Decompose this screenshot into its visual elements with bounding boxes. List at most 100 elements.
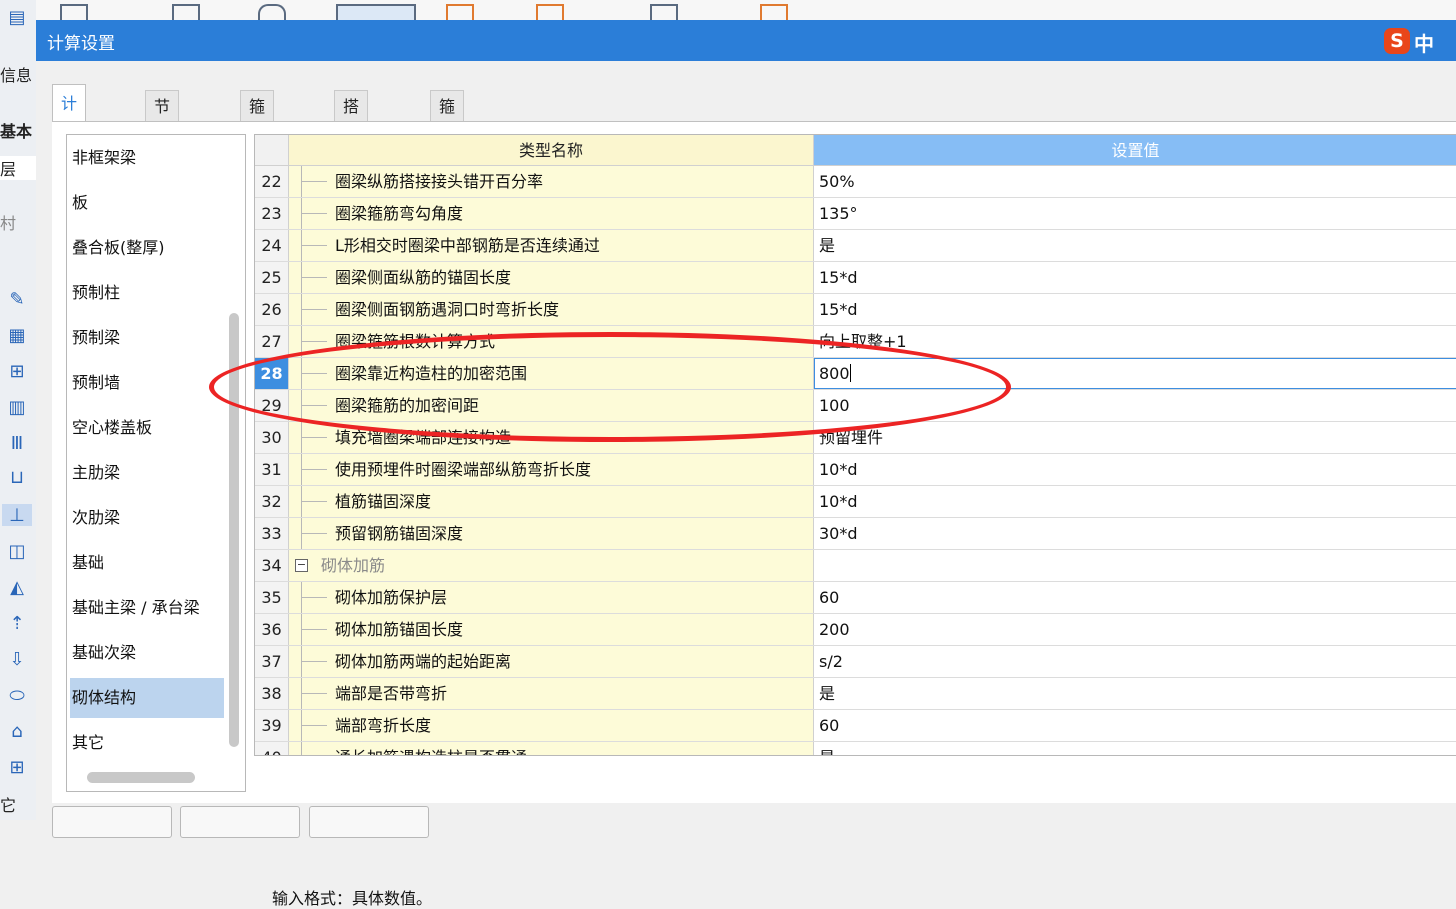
value-cell[interactable]: 向上取整+1: [814, 326, 1456, 357]
tab-node-settings[interactable]: 节点设置: [145, 90, 180, 209]
strip-label-other[interactable]: 它: [0, 792, 16, 816]
ribbon-icon-8[interactable]: [760, 4, 788, 20]
row-number[interactable]: 30: [255, 422, 289, 453]
ribbon-icon-5[interactable]: [446, 4, 474, 20]
category-list-vscroll[interactable]: [229, 313, 239, 747]
row-number[interactable]: 26: [255, 294, 289, 325]
row-number[interactable]: 39: [255, 710, 289, 741]
value-cell[interactable]: s/2: [814, 646, 1456, 677]
row-number[interactable]: 37: [255, 646, 289, 677]
value-cell[interactable]: 预留埋件: [814, 422, 1456, 453]
grid-row[interactable]: 38 端部是否带弯折 是: [255, 678, 1456, 710]
grid-row[interactable]: 26 圈梁侧面钢筋遇洞口时弯折长度 15*d: [255, 294, 1456, 326]
grid-row[interactable]: 34− 砌体加筋: [255, 550, 1456, 582]
category-item[interactable]: 板: [70, 183, 224, 223]
ribbon-icon-6[interactable]: [536, 4, 564, 20]
grid-row[interactable]: 31 使用预埋件时圈梁端部纵筋弯折长度 10*d: [255, 454, 1456, 486]
row-number[interactable]: 35: [255, 582, 289, 613]
grid-row[interactable]: 27 圈梁箍筋根数计算方式 向上取整+1: [255, 326, 1456, 358]
strip-label-info[interactable]: 信息: [0, 62, 32, 86]
beam-icon[interactable]: ⊥: [2, 504, 32, 526]
slab-icon[interactable]: ◫: [6, 540, 28, 562]
value-cell[interactable]: 是: [814, 230, 1456, 261]
grid-row[interactable]: 35 砌体加筋保护层 60: [255, 582, 1456, 614]
row-number[interactable]: 25: [255, 262, 289, 293]
title-bar[interactable]: 计算设置 S 中: [36, 20, 1456, 61]
grid-row[interactable]: 30 填充墙圈梁端部连接构造 预留埋件: [255, 422, 1456, 454]
row-number[interactable]: 38: [255, 678, 289, 709]
category-item[interactable]: 砌体结构: [70, 678, 224, 718]
grid-row[interactable]: 40 通长加筋遇构造柱是否贯通 是: [255, 742, 1456, 755]
grid-row[interactable]: 39 端部弯折长度 60: [255, 710, 1456, 742]
row-number[interactable]: 28: [255, 358, 289, 389]
ribbon-icon-4[interactable]: [336, 4, 416, 20]
value-cell[interactable]: 135°: [814, 198, 1456, 229]
strip-label-layer[interactable]: 层: [0, 156, 36, 180]
door-icon[interactable]: ⊔: [6, 466, 28, 488]
file-icon[interactable]: ▤: [6, 6, 28, 28]
value-cell[interactable]: 60: [814, 710, 1456, 741]
ribbon-icon-2[interactable]: [172, 4, 200, 20]
value-cell[interactable]: 200: [814, 614, 1456, 645]
stair-icon[interactable]: ◭: [6, 576, 28, 598]
value-cell-editing[interactable]: 800: [814, 358, 1456, 389]
tab-lap-settings[interactable]: 搭接设置: [334, 90, 369, 209]
grid-row[interactable]: 25 圈梁侧面纵筋的锚固长度 15*d: [255, 262, 1456, 294]
ime-language-label[interactable]: 中: [1414, 28, 1434, 57]
row-number[interactable]: 24: [255, 230, 289, 261]
pencil-icon[interactable]: ✎: [6, 288, 28, 310]
category-item[interactable]: 基础次梁: [70, 633, 224, 673]
row-number[interactable]: 27: [255, 326, 289, 357]
grid-row[interactable]: 33 预留钢筋锚固深度 30*d: [255, 518, 1456, 550]
row-number[interactable]: 29: [255, 390, 289, 421]
strip-label-basic[interactable]: 基本: [0, 118, 32, 142]
grid-row[interactable]: 24 L形相交时圈梁中部钢筋是否连续通过 是: [255, 230, 1456, 262]
value-cell[interactable]: 10*d: [814, 486, 1456, 517]
value-cell[interactable]: 50%: [814, 166, 1456, 197]
table-icon[interactable]: ⊞: [6, 756, 28, 778]
grid-row[interactable]: 22 圈梁纵筋搭接接头错开百分率 50%: [255, 166, 1456, 198]
row-number[interactable]: 34: [255, 550, 289, 581]
row-number[interactable]: 31: [255, 454, 289, 485]
category-item[interactable]: 基础主梁 / 承台梁: [70, 588, 224, 628]
wall-icon[interactable]: Ⅲ: [6, 432, 28, 454]
category-list-hscroll[interactable]: [87, 772, 195, 783]
ellipse-icon[interactable]: ⬭: [6, 684, 28, 706]
row-number[interactable]: 33: [255, 518, 289, 549]
building-icon[interactable]: ⌂: [6, 720, 28, 742]
value-cell[interactable]: 30*d: [814, 518, 1456, 549]
ribbon-icon-1[interactable]: [60, 4, 88, 20]
ribbon-icon-7[interactable]: [650, 4, 678, 20]
bottom-button-2[interactable]: [180, 806, 300, 838]
foundation-icon[interactable]: ⇡: [6, 612, 28, 634]
bottom-button-1[interactable]: [52, 806, 172, 838]
category-item[interactable]: 其它: [70, 723, 224, 763]
value-cell[interactable]: 是: [814, 742, 1456, 755]
pile-icon[interactable]: ⇩: [6, 648, 28, 670]
grid-row[interactable]: 28 圈梁靠近构造柱的加密范围 800: [255, 358, 1456, 390]
ribbon-icon-3[interactable]: [258, 4, 286, 20]
value-cell[interactable]: 100: [814, 390, 1456, 421]
category-item[interactable]: 空心楼盖板: [70, 408, 224, 448]
value-cell[interactable]: 15*d: [814, 262, 1456, 293]
category-item[interactable]: 预制梁: [70, 318, 224, 358]
value-cell[interactable]: 10*d: [814, 454, 1456, 485]
ime-logo-icon[interactable]: S: [1384, 28, 1410, 54]
value-cell[interactable]: 15*d: [814, 294, 1456, 325]
category-item[interactable]: 主肋梁: [70, 453, 224, 493]
grid-row[interactable]: 36 砌体加筋锚固长度 200: [255, 614, 1456, 646]
category-item[interactable]: 预制墙: [70, 363, 224, 403]
category-item[interactable]: 叠合板(整厚): [70, 228, 224, 268]
row-number[interactable]: 23: [255, 198, 289, 229]
strip-label-village[interactable]: 村: [0, 210, 16, 234]
row-number[interactable]: 22: [255, 166, 289, 197]
value-cell[interactable]: [814, 550, 1456, 581]
category-item[interactable]: 基础: [70, 543, 224, 583]
row-number[interactable]: 36: [255, 614, 289, 645]
row-number[interactable]: 32: [255, 486, 289, 517]
category-item[interactable]: 次肋梁: [70, 498, 224, 538]
tab-stirrup-settings[interactable]: 箍筋设置: [240, 90, 275, 209]
row-number[interactable]: 40: [255, 742, 289, 755]
value-cell[interactable]: 60: [814, 582, 1456, 613]
value-cell[interactable]: 是: [814, 678, 1456, 709]
